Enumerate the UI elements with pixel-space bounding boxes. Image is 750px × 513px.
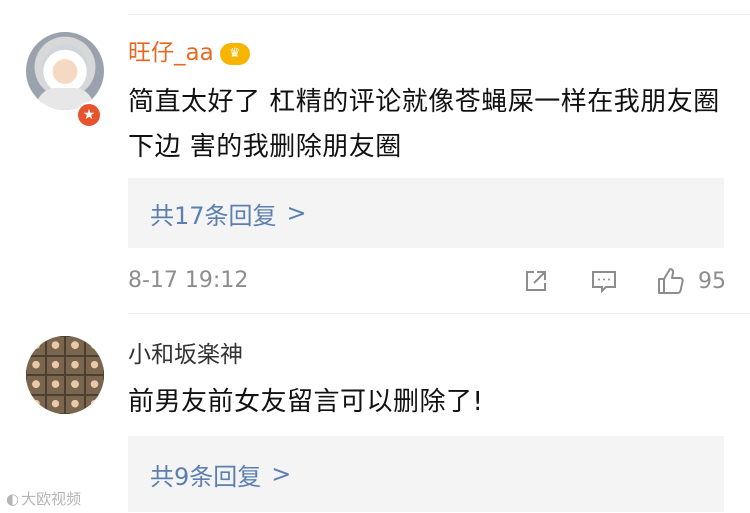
username[interactable]: 旺仔_aa ♛: [128, 38, 250, 68]
comment-text: 简直太好了 杠精的评论就像苍蝇屎一样在我朋友圈下边 害的我删除朋友圈: [128, 87, 720, 162]
share-icon: [526, 271, 546, 291]
view-replies-button[interactable]: 共17条回复 >: [128, 178, 724, 248]
comment-meta: 8-17 19:12 95: [128, 266, 726, 296]
watermark-text: 大欧视频: [21, 490, 82, 508]
comment-text: 前男友前女友留言可以删除了!: [128, 387, 484, 417]
verified-badge-icon: ★: [76, 102, 102, 128]
view-replies-button[interactable]: 共9条回复 >: [128, 436, 724, 512]
avatar[interactable]: [26, 32, 104, 110]
like-count: 95: [698, 268, 726, 294]
watermark: ◐ 大欧视频: [6, 488, 81, 509]
chevron-right-icon: >: [286, 199, 307, 227]
comment-item: ★ 旺仔_aa ♛ 简直太好了 杠精的评论就像苍蝇屎一样在我朋友圈下边 害的我删除…: [0, 14, 750, 314]
vip-crown-icon: ♛: [219, 42, 250, 65]
watermark-logo-icon: ◐: [6, 489, 20, 508]
share-button[interactable]: [522, 267, 550, 295]
comment-divider: [128, 313, 750, 314]
avatar[interactable]: [26, 336, 104, 414]
like-button[interactable]: 95: [656, 266, 726, 296]
chevron-right-icon: >: [271, 460, 292, 488]
timestamp: 8-17 19:12: [128, 268, 249, 293]
comment-icon: [592, 271, 616, 294]
comment-button[interactable]: [590, 267, 618, 295]
username[interactable]: 小和坂楽神: [128, 340, 243, 370]
replies-label: 共17条回复: [150, 201, 277, 230]
thumbs-up-icon: [658, 268, 684, 294]
comment-item: 小和坂楽神 前男友前女友留言可以删除了! 共9条回复 >: [0, 316, 750, 513]
replies-label: 共9条回复: [150, 462, 262, 491]
username-text: 旺仔_aa: [128, 40, 214, 66]
action-bar: 95: [522, 266, 726, 296]
